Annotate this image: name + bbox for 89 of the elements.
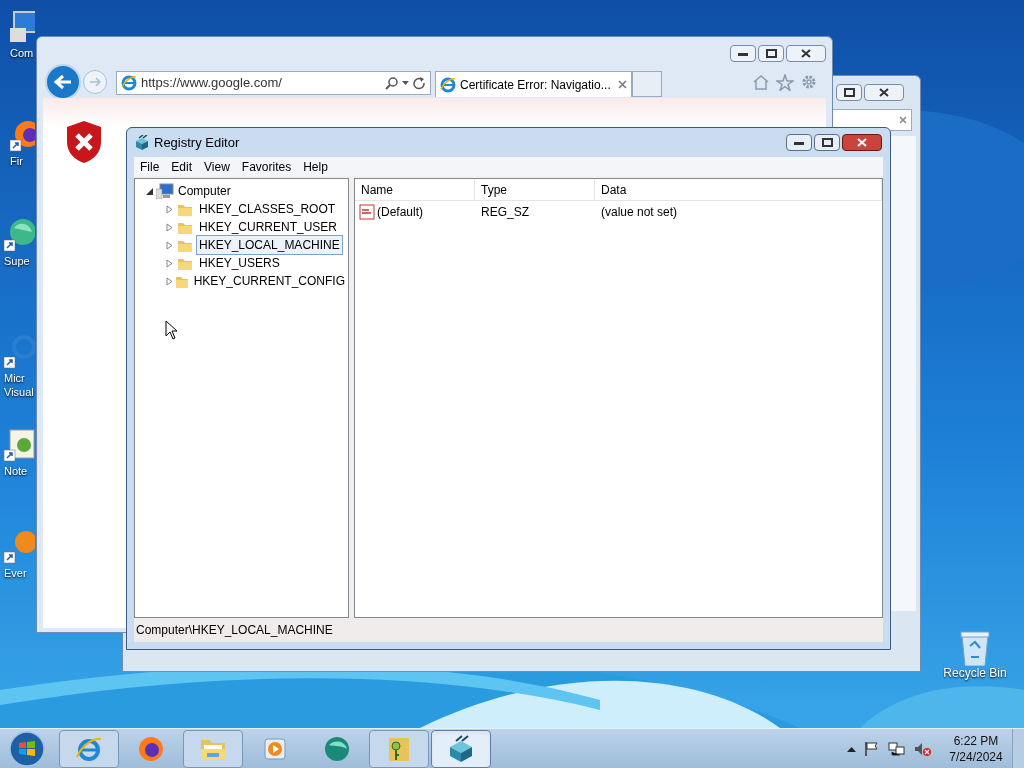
dropdown-icon[interactable] [402, 80, 409, 86]
icon-label: Recycle Bin [943, 666, 1007, 680]
icon-label: Supe [4, 254, 30, 268]
menu-item[interactable]: Edit [165, 157, 199, 176]
minimize-button[interactable] [730, 45, 756, 62]
browser-tab[interactable]: Certificate Error: Navigatio... [435, 71, 632, 97]
icon-label: Note [4, 464, 28, 478]
menu-item[interactable]: Help [297, 157, 334, 176]
status-bar-text: Computer\HKEY_LOCAL_MACHINE [136, 622, 333, 639]
address-field[interactable]: https://www.google.com/ [116, 71, 431, 95]
tree-item[interactable]: HKEY_CLASSES_ROOT [196, 199, 339, 219]
notepad-icon[interactable] [4, 428, 35, 464]
maximize-button[interactable] [836, 84, 862, 101]
firefox-icon [137, 734, 165, 763]
registry-icon [134, 134, 150, 151]
icon-label: Fir [10, 154, 23, 168]
menu-item[interactable]: Favorites [235, 157, 298, 176]
maximize-button[interactable] [758, 45, 784, 62]
icon-label: Visual [4, 385, 34, 399]
tab-title: Certificate Error: Navigatio... [460, 76, 612, 94]
minimize-icon [738, 51, 748, 56]
close-icon[interactable] [618, 80, 627, 89]
column-header[interactable]: Data [595, 179, 882, 200]
string-value-icon [359, 204, 375, 220]
close-icon [879, 88, 889, 97]
computer-icon [156, 183, 174, 199]
tree-item[interactable]: HKEY_LOCAL_MACHINE [196, 235, 343, 255]
clock-date[interactable]: 7/24/2024 [949, 748, 1003, 765]
browser-icon [121, 75, 137, 91]
recycle-bin-icon[interactable] [957, 630, 993, 666]
expanded-icon[interactable] [145, 186, 154, 196]
close-icon[interactable] [899, 116, 907, 124]
taskbar-button[interactable] [369, 729, 429, 768]
app-icon[interactable] [4, 530, 35, 566]
collapsed-icon[interactable] [165, 222, 174, 232]
back-icon [54, 74, 72, 90]
close-icon [801, 49, 811, 58]
back-button[interactable] [45, 64, 81, 100]
icon-label: Ever [4, 566, 27, 580]
tree-item[interactable]: HKEY_USERS [196, 253, 283, 273]
start-icon [9, 730, 45, 767]
close-button[interactable] [786, 45, 826, 62]
icon-label: Micr [4, 371, 25, 385]
app-icon[interactable] [4, 218, 35, 254]
minimize-icon [794, 140, 804, 145]
shield-error-icon [65, 120, 103, 164]
home-icon[interactable] [752, 74, 770, 90]
taskbar-button[interactable] [431, 729, 491, 768]
column-header[interactable]: Type [475, 179, 595, 200]
browser-icon [440, 76, 456, 93]
taskbar-button[interactable] [59, 729, 119, 768]
menu-item[interactable]: View [198, 157, 236, 176]
tree-item[interactable]: Computer [176, 182, 233, 200]
registry-icon [447, 734, 475, 763]
settings-icon[interactable] [800, 73, 818, 91]
maximize-icon [821, 138, 833, 147]
collapsed-icon[interactable] [165, 276, 173, 286]
table-cell-text: (Default) [377, 204, 423, 221]
tree-item[interactable]: HKEY_CURRENT_CONFIG [190, 271, 348, 291]
star-icon[interactable] [776, 73, 794, 91]
collapsed-icon[interactable] [165, 204, 174, 214]
show-hidden-icons-icon[interactable] [847, 745, 856, 752]
table-cell-text: REG_SZ [480, 204, 530, 221]
app-icon [323, 734, 351, 763]
window-title: Registry Editor [154, 133, 241, 152]
collapsed-icon[interactable] [165, 258, 174, 268]
search-icon[interactable] [385, 76, 398, 90]
icon-label: Com [10, 46, 34, 60]
close-button[interactable] [842, 134, 882, 151]
table-cell-text: (value not set) [600, 204, 679, 221]
network-icon[interactable] [888, 740, 906, 757]
close-button[interactable] [864, 84, 904, 101]
menu-item[interactable]: File [134, 157, 166, 176]
collapsed-icon[interactable] [165, 240, 174, 250]
minimize-button[interactable] [786, 134, 812, 151]
flag-icon[interactable] [864, 740, 880, 757]
maximize-button[interactable] [814, 134, 840, 151]
maximize-icon [765, 49, 777, 58]
taskbar-button[interactable] [183, 729, 243, 768]
forward-icon [89, 77, 101, 87]
tree-item[interactable]: HKEY_CURRENT_USER [196, 217, 341, 237]
url-text: https://www.google.com/ [141, 74, 283, 93]
maximize-icon [843, 88, 855, 97]
close-icon [857, 138, 867, 147]
clock-time[interactable]: 6:22 PM [953, 732, 999, 749]
refresh-icon[interactable] [413, 76, 426, 90]
cursor-icon [165, 320, 178, 340]
column-header[interactable]: Name [355, 179, 475, 200]
app-icon[interactable] [4, 335, 35, 371]
